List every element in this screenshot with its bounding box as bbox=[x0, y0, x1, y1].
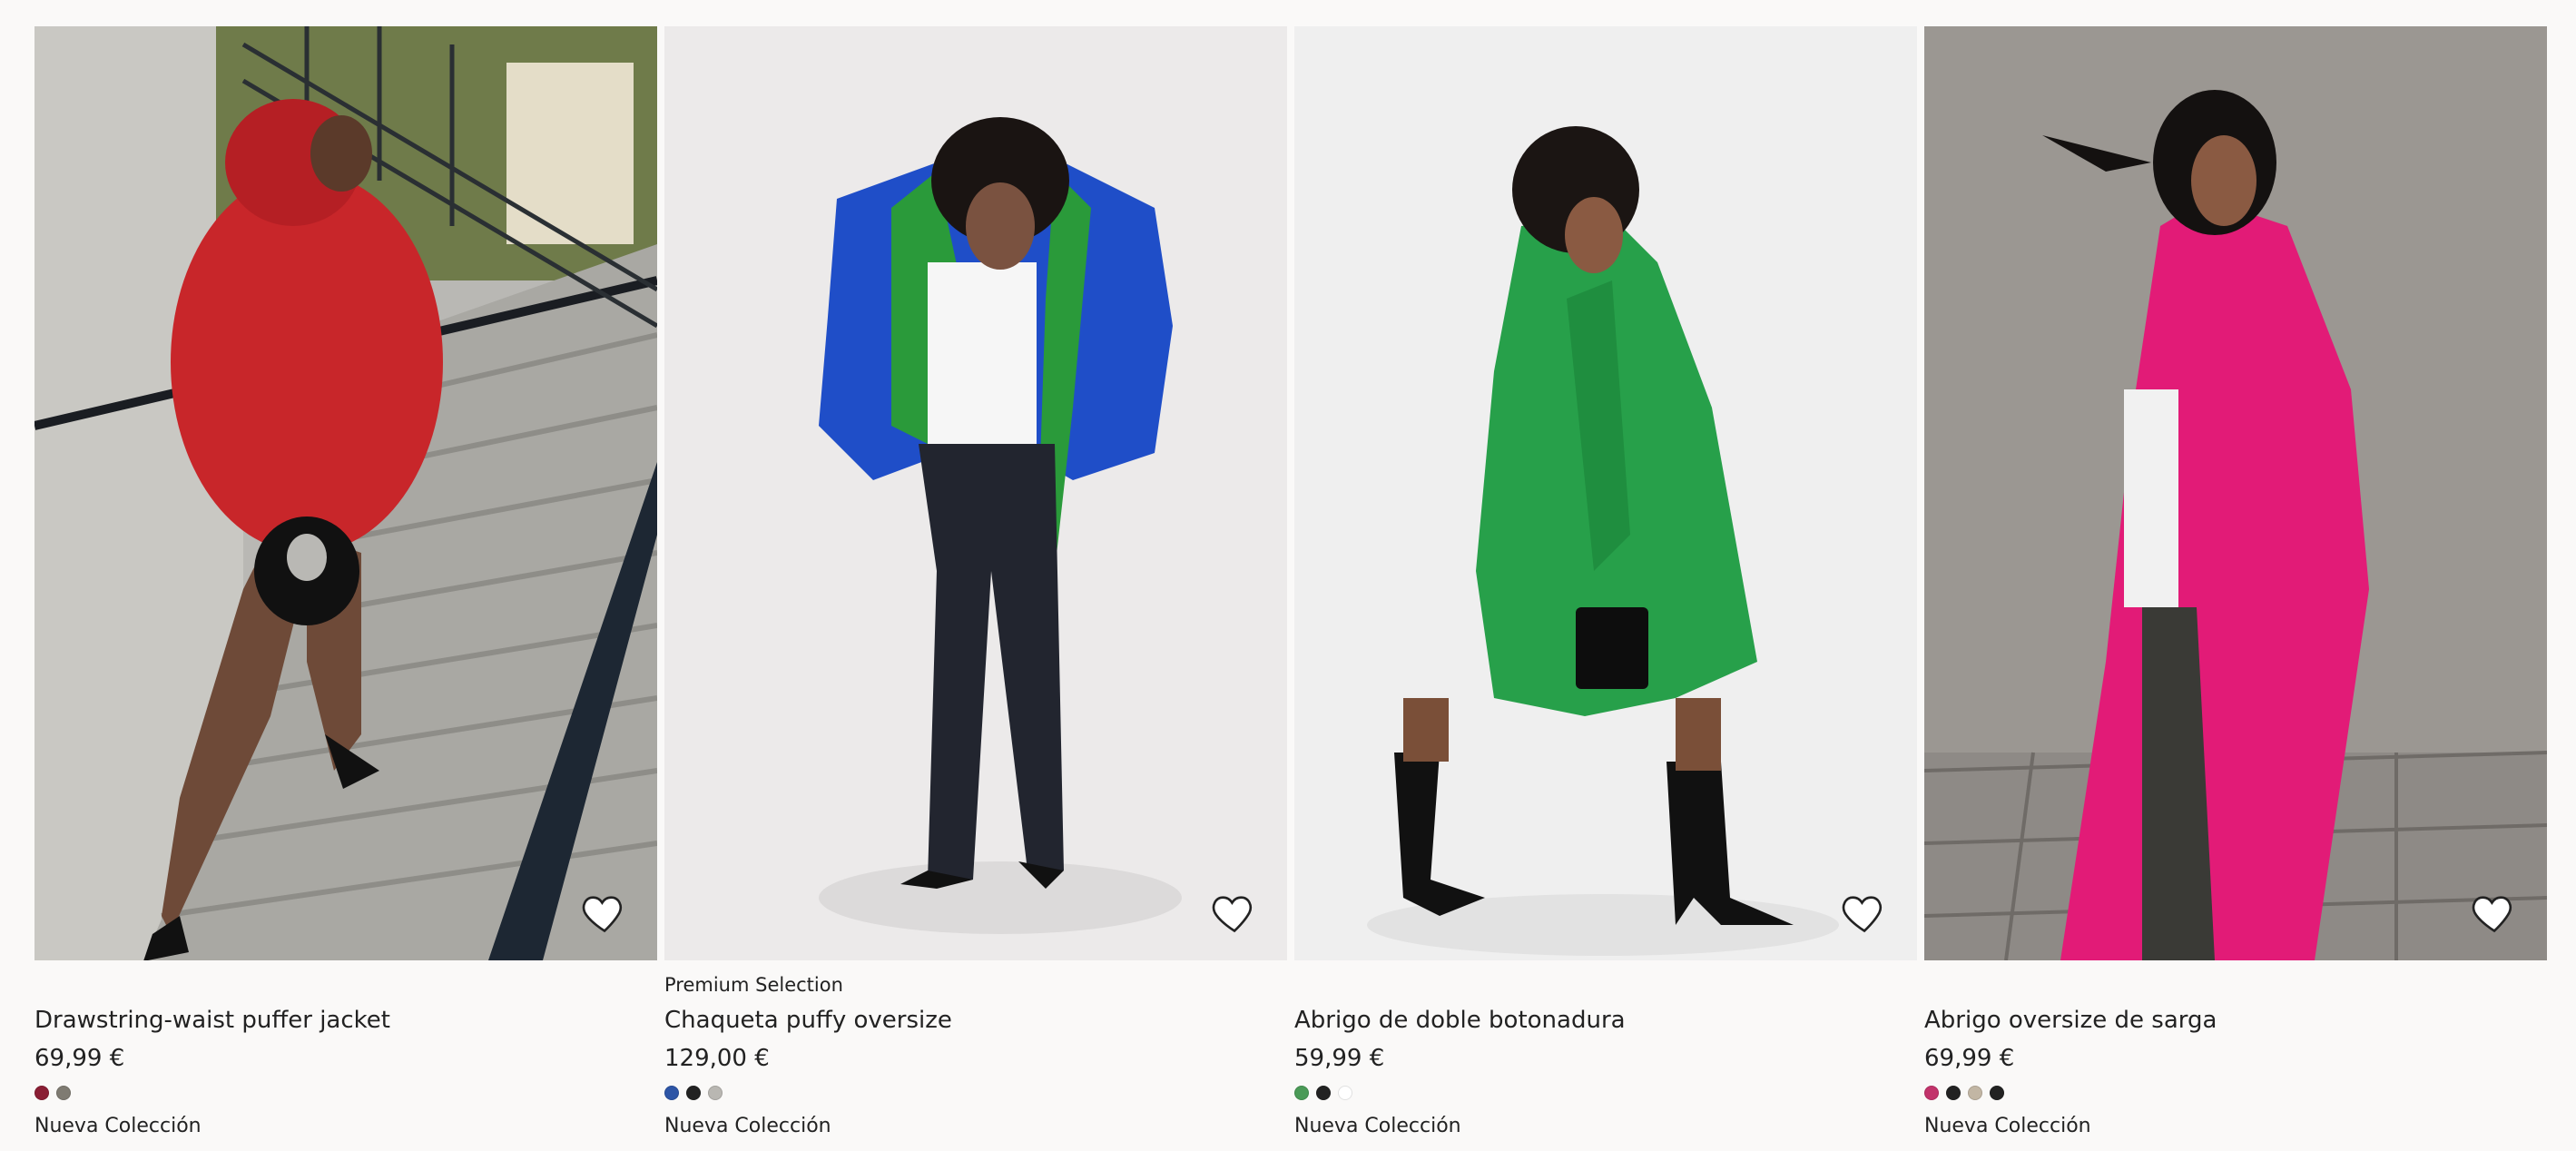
heart-outline-icon[interactable] bbox=[1211, 890, 1258, 937]
heart-outline-icon[interactable] bbox=[1841, 890, 1888, 937]
product-photo bbox=[1294, 26, 1917, 960]
color-swatch[interactable] bbox=[708, 1086, 723, 1100]
color-swatch[interactable] bbox=[1294, 1086, 1309, 1100]
color-swatch[interactable] bbox=[1946, 1086, 1961, 1100]
product-card[interactable]: Abrigo de doble botonadura 59,99 € Nueva… bbox=[1294, 26, 1917, 1138]
product-title[interactable]: Abrigo de doble botonadura bbox=[1294, 1006, 1917, 1035]
product-meta: Premium Selection bbox=[664, 974, 843, 996]
product-meta bbox=[1924, 975, 2547, 995]
product-title[interactable]: Drawstring-waist puffer jacket bbox=[34, 1006, 657, 1035]
product-image-pink-coat[interactable] bbox=[1924, 26, 2547, 960]
color-swatches bbox=[664, 1086, 1287, 1100]
product-photo bbox=[34, 26, 657, 960]
product-card[interactable]: Premium Selection Chaqueta puffy oversiz… bbox=[664, 26, 1287, 1138]
color-swatch[interactable] bbox=[686, 1086, 701, 1100]
color-swatch[interactable] bbox=[1924, 1086, 1939, 1100]
product-grid: Drawstring-waist puffer jacket 69,99 € N… bbox=[34, 26, 2547, 1138]
product-label: Nueva Colección bbox=[1294, 1115, 1461, 1137]
color-swatches bbox=[1924, 1086, 2547, 1100]
product-label: Nueva Colección bbox=[1924, 1115, 2091, 1137]
color-swatch[interactable] bbox=[56, 1086, 71, 1100]
product-meta bbox=[34, 975, 657, 995]
product-price: 69,99 € bbox=[34, 1045, 125, 1072]
product-title[interactable]: Abrigo oversize de sarga bbox=[1924, 1006, 2547, 1035]
product-image-red-puffer[interactable] bbox=[34, 26, 657, 960]
product-photo bbox=[1924, 26, 2547, 960]
product-title[interactable]: Chaqueta puffy oversize bbox=[664, 1006, 1287, 1035]
heart-outline-icon[interactable] bbox=[2471, 890, 2518, 937]
color-swatch[interactable] bbox=[1338, 1086, 1352, 1100]
color-swatches bbox=[34, 1086, 657, 1100]
product-price: 59,99 € bbox=[1294, 1045, 1385, 1072]
product-image-blue-puffer[interactable] bbox=[664, 26, 1287, 960]
product-meta bbox=[1294, 975, 1917, 995]
color-swatch[interactable] bbox=[1316, 1086, 1331, 1100]
product-price: 69,99 € bbox=[1924, 1045, 2015, 1072]
product-card[interactable]: Abrigo oversize de sarga 69,99 € Nueva C… bbox=[1924, 26, 2547, 1138]
color-swatch[interactable] bbox=[1968, 1086, 1982, 1100]
heart-outline-icon[interactable] bbox=[581, 890, 628, 937]
color-swatches bbox=[1294, 1086, 1917, 1100]
color-swatch[interactable] bbox=[34, 1086, 49, 1100]
color-swatch[interactable] bbox=[1990, 1086, 2004, 1100]
product-photo bbox=[664, 26, 1287, 960]
product-label: Nueva Colección bbox=[664, 1115, 831, 1137]
product-label: Nueva Colección bbox=[34, 1115, 202, 1137]
product-image-green-coat[interactable] bbox=[1294, 26, 1917, 960]
product-card[interactable]: Drawstring-waist puffer jacket 69,99 € N… bbox=[34, 26, 657, 1138]
color-swatch[interactable] bbox=[664, 1086, 679, 1100]
product-price: 129,00 € bbox=[664, 1045, 770, 1072]
